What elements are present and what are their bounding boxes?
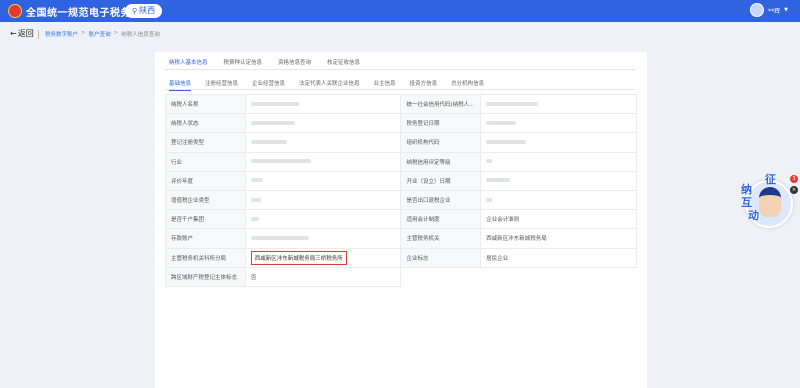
redacted-value — [486, 101, 539, 106]
widget-char: 征 — [765, 173, 776, 186]
breadcrumb-item-current: 纳税人信息查询 — [121, 32, 160, 38]
field-value — [244, 228, 402, 249]
field-label: 主管税务机关科所分局 — [165, 247, 246, 268]
field-label: 是否千户集团 — [165, 209, 246, 230]
table-row: 跨区域财产税登记主体标志 否 — [165, 266, 637, 287]
divider — [165, 89, 635, 90]
field-value — [244, 93, 402, 115]
redacted-value — [250, 235, 309, 240]
field-label: 组织机构代码 — [400, 132, 482, 153]
field-value — [244, 132, 402, 153]
field-value — [480, 132, 637, 153]
breadcrumb-bar: ← 返回 税务数字账户 > 账户查询 > 纳税人信息查询 — [0, 26, 800, 42]
field-label: 存款账户 — [165, 228, 246, 249]
support-widget[interactable]: 征 纳 互 动 3 × — [735, 173, 798, 235]
redacted-value — [250, 216, 259, 221]
redacted-value — [250, 101, 299, 106]
info-table: 纳税人名称 统一社会信用代码(纳税人... 纳税人状态 税务登记日期 登记注册类… — [165, 93, 637, 287]
redacted-value — [486, 197, 493, 202]
notification-badge: 3 — [790, 175, 798, 183]
field-value — [244, 209, 402, 230]
widget-char: 动 — [748, 209, 759, 222]
back-button[interactable]: ← 返回 — [10, 28, 34, 39]
redacted-value — [250, 139, 287, 144]
redacted-value — [486, 120, 517, 125]
divider — [165, 69, 635, 70]
table-row: 主管税务机关科所分局 西咸新区沣东新城税务局三桥税务所 企业标志 居民企业 — [165, 247, 637, 268]
chevron-down-icon: ▼ — [784, 7, 788, 13]
field-label: 税务登记日期 — [400, 113, 482, 134]
field-value — [480, 93, 637, 115]
field-label: 纳税人状态 — [165, 113, 246, 134]
redacted-value — [250, 178, 263, 183]
user-name: **辉 — [768, 7, 781, 15]
breadcrumb: 税务数字账户 > 账户查询 > 纳税人信息查询 — [45, 30, 160, 38]
main-panel: 纳税人基本信息 税费种认定信息 资格信息查询 核定征收信息 基础信息 注册经营信… — [155, 52, 647, 388]
tax-emblem-icon — [8, 4, 22, 18]
field-label: 适用会计制度 — [400, 209, 482, 230]
field-value: 否 — [244, 266, 402, 287]
table-row: 存款账户 主管税务机关 西咸新区沣东新城税务局 — [165, 228, 637, 249]
field-value — [244, 170, 402, 191]
user-menu[interactable]: **辉 ▼ — [750, 3, 788, 17]
field-label: 纳税信用评定等级 — [400, 151, 482, 172]
officer-mascot-icon — [759, 187, 781, 217]
field-value — [480, 170, 637, 191]
redacted-value — [486, 159, 493, 164]
table-row: 增值税企业类型 是否出口退税企业 — [165, 189, 637, 211]
field-value: 西咸新区沣东新城税务局 — [480, 228, 637, 249]
breadcrumb-item-account[interactable]: 税务数字账户 — [45, 30, 78, 38]
highlighted-value: 西咸新区沣东新城税务局三桥税务所 — [250, 250, 347, 265]
empty-cell — [480, 266, 637, 287]
field-value: 西咸新区沣东新城税务局三桥税务所 — [244, 247, 402, 268]
field-value: 居民企业 — [480, 247, 637, 268]
location-pin-icon: ⚲ — [132, 7, 138, 15]
field-value — [244, 113, 402, 134]
arrow-left-icon: ← — [10, 29, 17, 38]
table-row: 行业 纳税信用评定等级 — [165, 151, 637, 172]
field-label: 主管税务机关 — [400, 228, 482, 249]
close-icon[interactable]: × — [790, 186, 798, 194]
field-value — [480, 189, 637, 211]
field-value — [480, 151, 637, 172]
table-row: 登记注册类型 组织机构代码 — [165, 132, 637, 153]
field-label: 增值税企业类型 — [165, 189, 246, 211]
field-value — [244, 151, 402, 172]
divider — [38, 30, 39, 39]
top-header: 全国统一规范电子税务局 ⚲ 陕西 **辉 ▼ — [0, 0, 800, 22]
avatar — [750, 3, 765, 17]
breadcrumb-separator: > — [81, 30, 86, 36]
field-label: 评价年度 — [165, 170, 246, 191]
field-value — [480, 113, 637, 134]
field-label: 开业（设立）日期 — [400, 170, 482, 191]
redacted-value — [250, 120, 295, 125]
back-label: 返回 — [17, 29, 34, 38]
redacted-value — [250, 159, 311, 164]
breadcrumb-separator: > — [113, 30, 119, 36]
field-label: 企业标志 — [400, 247, 482, 268]
field-label: 行业 — [165, 151, 246, 172]
field-value: 企业会计准则 — [480, 209, 637, 230]
empty-cell — [400, 266, 482, 287]
table-row: 纳税人名称 统一社会信用代码(纳税人... — [165, 93, 637, 115]
field-label: 登记注册类型 — [165, 132, 246, 153]
region-label: 陕西 — [139, 6, 156, 15]
table-row: 纳税人状态 税务登记日期 — [165, 113, 637, 134]
field-label: 跨区域财产税登记主体标志 — [165, 266, 246, 287]
table-row: 评价年度 开业（设立）日期 — [165, 170, 637, 191]
field-label: 是否出口退税企业 — [400, 189, 482, 211]
region-selector[interactable]: ⚲ 陕西 — [125, 4, 163, 18]
table-row: 是否千户集团 适用会计制度 企业会计准则 — [165, 209, 637, 230]
redacted-value — [486, 139, 527, 144]
redacted-value — [486, 178, 511, 183]
breadcrumb-item-query[interactable]: 账户查询 — [89, 30, 111, 38]
field-label: 纳税人名称 — [165, 93, 246, 115]
field-value — [244, 189, 402, 211]
field-label: 统一社会信用代码(纳税人... — [400, 93, 482, 115]
redacted-value — [250, 197, 261, 202]
